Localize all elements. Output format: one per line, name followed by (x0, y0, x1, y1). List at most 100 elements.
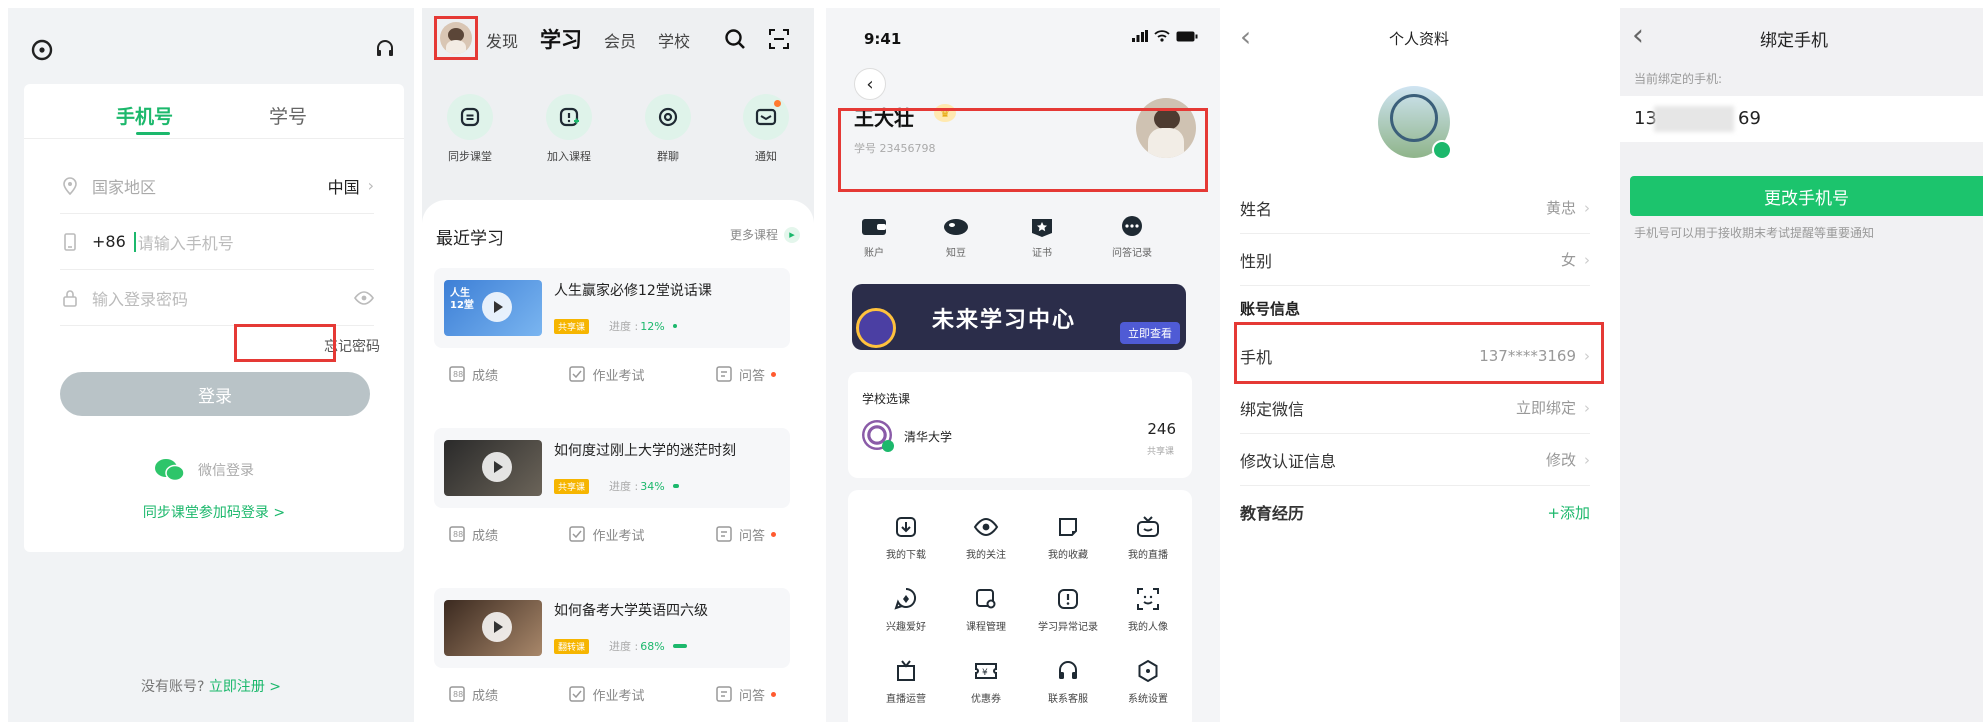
homework-icon (569, 526, 586, 542)
profile-header[interactable]: 王大壮 ♛ 学号 23456798 (840, 88, 1206, 172)
tab-student-id[interactable]: 学号 (269, 102, 307, 129)
nav-discover[interactable]: 发现 (486, 28, 518, 52)
category-join-course[interactable]: 加入课程 (529, 94, 609, 164)
progress-bar (672, 324, 677, 328)
grid-abnormal-records[interactable]: 学习异常记录 (1028, 586, 1108, 633)
back-chevron-icon[interactable]: ‹ (1632, 18, 1644, 53)
live-operation-icon (897, 660, 915, 681)
class-code-login-link[interactable]: 同步课堂参加码登录 > (24, 502, 404, 522)
grades-button[interactable]: 88 成绩 (448, 525, 498, 544)
search-icon[interactable] (724, 28, 746, 50)
forgot-password-link[interactable]: 忘记密码 (324, 336, 380, 356)
page-title: 个人资料 (1388, 30, 1449, 48)
shortcut-account[interactable]: 账户 (834, 216, 914, 259)
avatar[interactable] (440, 22, 472, 54)
category-sync-class[interactable]: 同步课堂 (430, 94, 510, 164)
tv-icon (1137, 516, 1159, 537)
recent-study-section: 最近学习 更多课程 ▸ 人生 12堂 人生赢家必修12堂说话课 共享课 进度 : … (422, 200, 814, 722)
grid-portrait[interactable]: 我的人像 (1108, 586, 1188, 633)
add-education-button[interactable]: +添加 (1547, 502, 1590, 523)
gear-icon (1138, 659, 1158, 683)
login-screen: 手机号 学号 国家地区 中国 › +86 请输入手机号 输入登录密码 忘记密码 … (8, 8, 414, 722)
homework-exam-button[interactable]: 作业考试 (568, 685, 645, 704)
category-label: 加入课程 (547, 150, 591, 163)
phone-masked-block (1654, 106, 1734, 132)
homework-exam-button[interactable]: 作业考试 (568, 365, 645, 384)
password-field[interactable]: 输入登录密码 (60, 270, 374, 326)
login-button[interactable]: 登录 (60, 372, 370, 416)
camera-badge-icon[interactable] (1432, 140, 1452, 160)
grid-course-management[interactable]: 课程管理 (946, 586, 1026, 633)
grid-customer-service[interactable]: 联系客服 (1028, 658, 1108, 705)
grid-favorites[interactable]: 我的收藏 (1028, 514, 1108, 561)
grades-button[interactable]: 88 成绩 (448, 365, 498, 384)
verified-badge (882, 440, 894, 452)
qa-button[interactable]: 问答 (715, 525, 776, 544)
play-icon (482, 452, 512, 482)
eye-icon[interactable] (354, 290, 374, 305)
course-card[interactable]: 如何备考大学英语四六级 翻转课 进度 : 68% (434, 588, 790, 668)
course-card[interactable]: 人生 12堂 人生赢家必修12堂说话课 共享课 进度 : 12% (434, 268, 790, 348)
grid-live[interactable]: 我的直播 (1108, 514, 1188, 561)
password-input[interactable]: 输入登录密码 (92, 286, 354, 310)
phone-prefix: +86 (92, 232, 126, 251)
hobby-icon (894, 587, 917, 610)
chevron-right-icon: › (1584, 398, 1590, 417)
location-icon (63, 176, 77, 195)
grid-live-operation[interactable]: 直播运营 (866, 658, 946, 705)
wechat-login[interactable]: 微信登录 (154, 458, 254, 482)
category-group-chat[interactable]: 群聊 (628, 94, 708, 164)
warning-icon (1058, 589, 1078, 609)
phone-input[interactable]: 请输入手机号 (138, 230, 234, 254)
grid-follows[interactable]: 我的关注 (946, 514, 1026, 561)
avatar[interactable] (1136, 98, 1196, 158)
row-name[interactable]: 姓名 黄忠 › (1240, 182, 1590, 234)
recent-title: 最近学习 (436, 229, 504, 249)
change-phone-button[interactable]: 更改手机号 (1630, 176, 1983, 216)
grid-coupons[interactable]: ¥ 优惠券 (946, 658, 1026, 705)
shortcut-beans[interactable]: 知豆 (916, 216, 996, 259)
row-bind-wechat[interactable]: 绑定微信 立即绑定 › (1240, 382, 1590, 434)
row-modify-auth[interactable]: 修改认证信息 修改 › (1240, 434, 1590, 486)
headset-icon[interactable] (374, 38, 396, 60)
scan-icon[interactable] (768, 28, 790, 50)
back-circle-icon[interactable] (30, 38, 54, 62)
register-link[interactable]: 立即注册 > (209, 679, 281, 695)
homework-exam-button[interactable]: 作业考试 (568, 525, 645, 544)
course-actions: 88 成绩 作业考试 问答 (434, 356, 790, 392)
grid-settings[interactable]: 系统设置 (1108, 658, 1188, 705)
personal-info-screen: ‹ 个人资料 姓名 黄忠 › 性别 女 › 账号信息 手机 137****3169 ›… (1222, 8, 1616, 722)
qa-button[interactable]: 问答 (715, 365, 776, 384)
region-field[interactable]: 国家地区 中国 › (60, 158, 374, 214)
svg-text:88: 88 (453, 690, 463, 699)
tab-phone[interactable]: 手机号 (116, 102, 173, 129)
row-gender[interactable]: 性别 女 › (1240, 234, 1590, 286)
bind-phone-screen: ‹ 绑定手机 当前绑定的手机: 13 69 更改手机号 手机号可以用于接收期末考… (1620, 8, 1983, 722)
qa-button[interactable]: 问答 (715, 685, 776, 704)
face-scan-icon (1137, 588, 1159, 610)
phone-field[interactable]: +86 请输入手机号 (60, 214, 374, 270)
grid-hobbies[interactable]: 兴趣爱好 (866, 586, 946, 633)
grades-icon: 88 (449, 366, 465, 382)
school-count-label: 共享课 (1146, 447, 1174, 457)
more-courses-link[interactable]: 更多课程 ▸ (730, 226, 800, 243)
nav-school[interactable]: 学校 (658, 28, 690, 52)
grades-button[interactable]: 88 成绩 (448, 685, 498, 704)
row-phone[interactable]: 手机 137****3169 › (1240, 330, 1590, 382)
row-education[interactable]: 教育经历 +添加 (1240, 486, 1590, 538)
category-notification[interactable]: 通知 (726, 94, 806, 164)
school-course-card[interactable]: 学校选课 清华大学 246 共享课 (848, 372, 1192, 478)
login-card: 手机号 学号 国家地区 中国 › +86 请输入手机号 输入登录密码 忘记密码 … (24, 84, 404, 552)
nav-member[interactable]: 会员 (604, 28, 636, 52)
shortcut-certificate[interactable]: 证书 (1002, 216, 1082, 259)
download-icon (896, 517, 916, 537)
course-card[interactable]: 如何度过刚上大学的迷茫时刻 共享课 进度 : 34% (434, 428, 790, 508)
bean-icon (944, 219, 968, 235)
tab-divider (24, 138, 404, 139)
shortcut-qa-records[interactable]: 问答记录 (1092, 216, 1172, 259)
banner-button[interactable]: 立即查看 (1120, 322, 1180, 344)
learning-center-banner[interactable]: 未来学习中心 立即查看 (852, 284, 1186, 350)
page-title: 绑定手机 (1760, 31, 1828, 51)
nav-study[interactable]: 学习 (540, 24, 582, 54)
grid-downloads[interactable]: 我的下载 (866, 514, 946, 561)
